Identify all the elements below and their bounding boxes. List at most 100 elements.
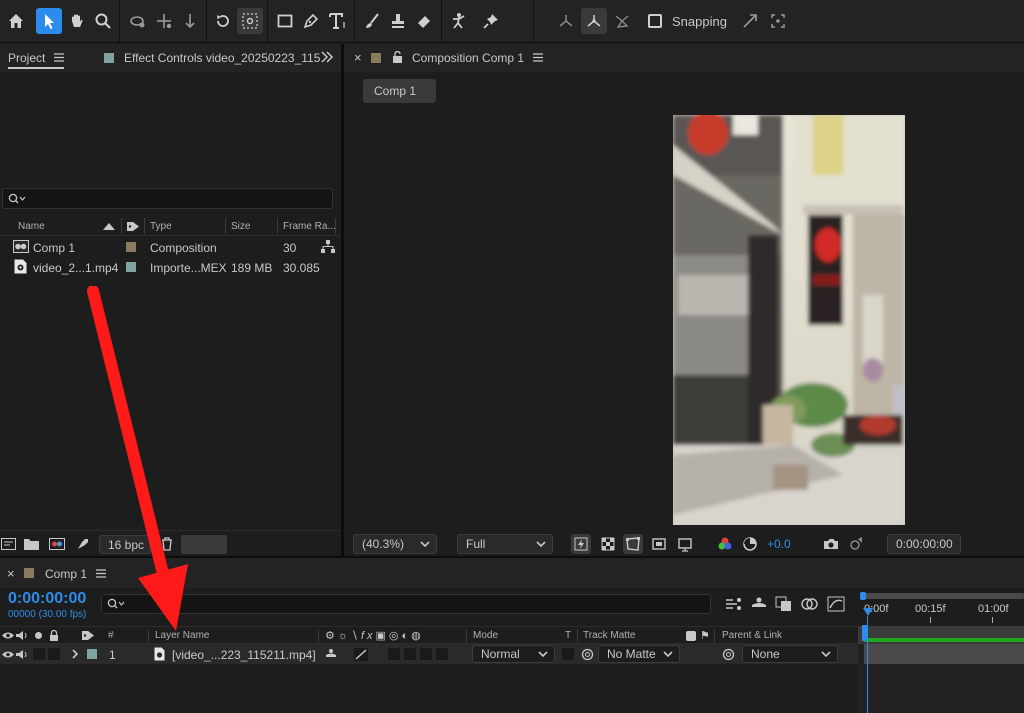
motion-blur-switch[interactable] [420, 648, 432, 660]
eraser-tool-icon[interactable] [411, 8, 437, 34]
project-item-row[interactable]: video_2...1.mp4 Importe...MEX 189 MB 30.… [0, 257, 341, 277]
anchor-point-tool-icon[interactable] [237, 8, 263, 34]
tab-overflow-icon[interactable] [320, 51, 334, 63]
solo-icon[interactable] [35, 632, 42, 639]
snap-edges-icon[interactable] [737, 8, 763, 34]
layer-name[interactable]: [video_...223_115211.mp4] [172, 648, 316, 662]
panel-menu-icon[interactable] [533, 53, 543, 62]
rotate-tool-icon[interactable] [210, 8, 236, 34]
flowchart-icon[interactable] [321, 240, 335, 253]
time-ruler[interactable]: 0:00f 00:15f 01:00f [860, 589, 1024, 629]
tab-composition[interactable]: Composition Comp 1 [412, 51, 524, 65]
3d-axis-world-icon[interactable] [581, 8, 607, 34]
orbit-camera-icon[interactable] [124, 8, 150, 34]
puppet-pin-tool-icon[interactable] [478, 8, 504, 34]
magnification-dropdown[interactable]: (40.3%) [353, 534, 437, 554]
column-preserve-transparency: T [565, 630, 572, 641]
pan-camera-icon[interactable] [151, 8, 177, 34]
transparency-grid-icon[interactable] [598, 534, 618, 554]
pick-whip-icon[interactable] [581, 648, 594, 661]
graph-editor-icon[interactable] [827, 596, 845, 612]
timeline-current-time[interactable]: 0:00:00:00 [8, 590, 86, 608]
video-eye-icon[interactable] [2, 650, 14, 659]
audio-speaker-icon[interactable] [16, 649, 29, 660]
video-eye-icon[interactable] [2, 631, 14, 640]
lock-icon[interactable] [392, 51, 403, 63]
resolution-dropdown[interactable]: Full [457, 534, 553, 554]
track-matte-dropdown[interactable]: No Matte [598, 645, 680, 663]
adjustment-switch[interactable] [436, 648, 448, 660]
fast-previews-icon[interactable] [571, 534, 591, 554]
close-tab-icon[interactable]: × [7, 566, 15, 581]
current-time-indicator[interactable] [863, 608, 873, 618]
pen-tool-icon[interactable] [298, 8, 324, 34]
roto-brush-tool-icon[interactable] [446, 8, 472, 34]
zoom-tool-icon[interactable] [90, 8, 116, 34]
current-time-display[interactable]: 0:00:00:00 [887, 534, 961, 554]
layer-track-bar[interactable] [864, 644, 1024, 664]
layer-label-swatch[interactable] [87, 649, 97, 659]
interpret-footage-icon[interactable] [1, 538, 16, 550]
frame-blend-switch[interactable] [404, 648, 416, 660]
column-name[interactable]: Name [18, 221, 45, 232]
effect-switch[interactable] [388, 648, 400, 660]
label-tag-icon[interactable] [127, 221, 139, 232]
hand-tool-icon[interactable] [64, 8, 90, 34]
close-tab-icon[interactable]: × [354, 50, 362, 65]
preserve-transparency-toggle[interactable] [562, 648, 574, 660]
mask-path-visibility-icon[interactable] [623, 534, 643, 554]
dolly-camera-icon[interactable] [177, 8, 203, 34]
column-frame-rate[interactable]: Frame Ra... [283, 221, 336, 232]
panel-menu-icon[interactable] [54, 53, 64, 62]
lock-icon[interactable] [49, 630, 59, 641]
frame-blending-icon[interactable] [775, 596, 793, 612]
column-size[interactable]: Size [231, 221, 250, 232]
quality-switch[interactable] [354, 648, 368, 661]
exposure-value[interactable]: +0.0 [767, 537, 791, 551]
tab-effect-controls[interactable]: Effect Controls video_20250223_115 [124, 51, 320, 65]
show-snapshot-icon[interactable] [846, 534, 866, 554]
composition-viewer[interactable] [673, 115, 905, 525]
layer-row[interactable]: 1 [video_...223_115211.mp4] Normal No Ma… [0, 644, 858, 664]
shy-switch-icon[interactable] [325, 648, 337, 660]
project-search-input[interactable] [2, 188, 333, 209]
column-type[interactable]: Type [150, 221, 172, 232]
selection-tool-icon[interactable] [36, 8, 62, 34]
brush-tool-icon[interactable] [359, 8, 385, 34]
motion-blur-icon[interactable] [801, 596, 819, 612]
reset-exposure-icon[interactable] [740, 534, 760, 554]
new-composition-icon[interactable] [49, 538, 65, 550]
region-of-interest-icon[interactable] [649, 534, 669, 554]
item-label-swatch[interactable] [126, 262, 136, 272]
lock-toggle[interactable] [48, 648, 60, 660]
parent-dropdown[interactable]: None [742, 645, 838, 663]
blend-mode-dropdown[interactable]: Normal [472, 645, 555, 663]
solo-toggle[interactable] [33, 648, 45, 660]
color-channels-icon[interactable] [715, 534, 735, 554]
3d-axis-local-icon[interactable] [553, 8, 579, 34]
audio-speaker-icon[interactable] [16, 630, 29, 641]
work-area-start-handle[interactable] [860, 592, 866, 600]
type-tool-icon[interactable] [325, 8, 351, 34]
sort-ascending-icon[interactable] [103, 223, 115, 230]
composition-flowchart-icon[interactable] [725, 596, 743, 612]
timeline-track-area[interactable] [858, 625, 1024, 713]
clone-stamp-tool-icon[interactable] [385, 8, 411, 34]
parent-pick-whip-icon[interactable] [722, 648, 735, 661]
chevron-right-icon[interactable] [71, 649, 79, 659]
home-icon[interactable] [3, 8, 29, 34]
snapping-checkbox[interactable] [648, 14, 662, 28]
shy-layers-icon[interactable] [750, 596, 768, 612]
snap-features-icon[interactable] [765, 8, 791, 34]
guides-options-icon[interactable] [675, 534, 695, 554]
project-item-row[interactable]: Comp 1 Composition 30 [0, 237, 341, 257]
tab-project[interactable]: Project [8, 51, 45, 65]
rectangle-tool-icon[interactable] [272, 8, 298, 34]
item-label-swatch[interactable] [126, 242, 136, 252]
comp-breadcrumb-button[interactable]: Comp 1 [363, 79, 436, 103]
new-folder-icon[interactable] [24, 538, 39, 550]
3d-axis-view-icon[interactable] [609, 8, 635, 34]
layer-duration-bar[interactable] [864, 638, 1024, 642]
snapshot-camera-icon[interactable] [821, 534, 841, 554]
work-area-bar[interactable] [863, 593, 1024, 599]
